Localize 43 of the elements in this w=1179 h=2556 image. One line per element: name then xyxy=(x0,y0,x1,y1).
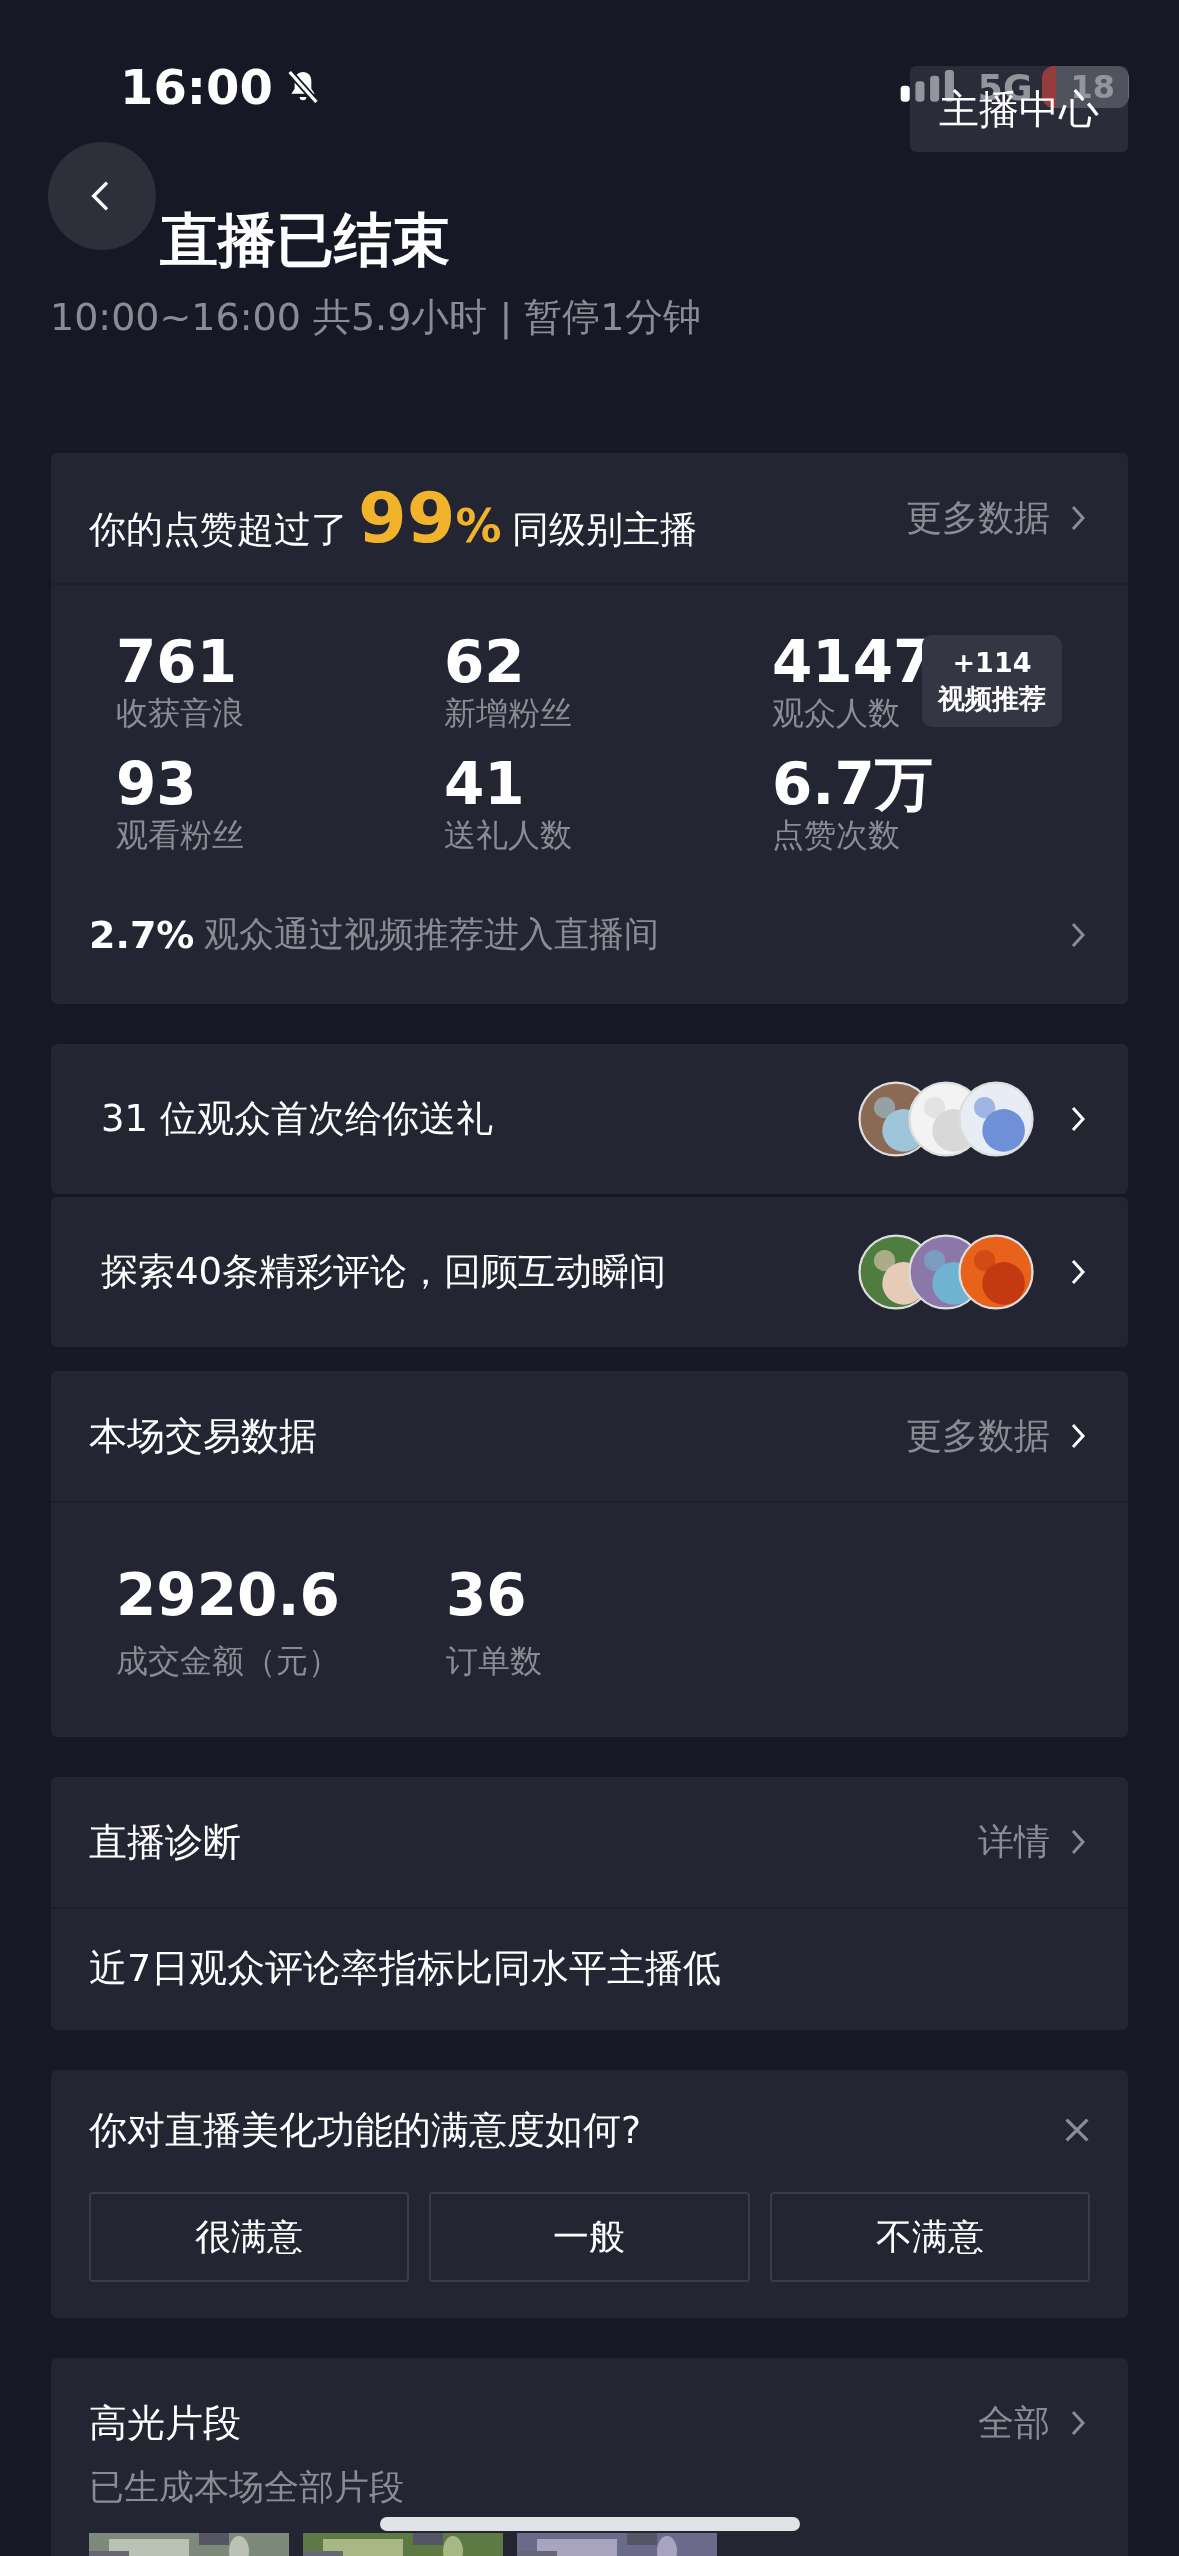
section-title: 直播诊断 xyxy=(89,1818,242,1866)
session-time: 10:00~16:00 共5.9小时 | 暂停1分钟 xyxy=(50,294,702,342)
highlights-subtitle: 已生成本场全部片段 xyxy=(89,2466,405,2509)
diagnosis-text: 近7日观众评论率指标比同水平主播低 xyxy=(88,1945,723,1992)
rating-option[interactable]: 不满意 xyxy=(769,2192,1090,2282)
rating-option[interactable]: 很满意 xyxy=(89,2192,410,2282)
row-text: 探索40条精彩评论，回顾互动瞬间 xyxy=(101,1249,668,1295)
page-title: 直播已结束 xyxy=(159,205,451,276)
close-button[interactable] xyxy=(1064,2117,1090,2143)
details-link[interactable]: 详情 xyxy=(978,1817,1050,1867)
stat-value: 761 xyxy=(116,631,238,693)
row-text: 31 位观众首次给你送礼 xyxy=(101,1096,494,1142)
stat-label: 观看粉丝 xyxy=(116,815,244,855)
badge-label: 视频推荐 xyxy=(938,682,1046,716)
stat-label: 成交金额（元） xyxy=(116,1641,340,1682)
rating-option[interactable]: 一般 xyxy=(429,2192,750,2282)
section-title: 高光片段 xyxy=(89,2399,241,2447)
recommend-text: 观众通过视频推荐进入直播间 xyxy=(204,913,660,956)
stat-value: 4147 xyxy=(772,631,934,693)
all-link[interactable]: 全部 xyxy=(978,2398,1050,2448)
stat-label: 点赞次数 xyxy=(772,815,900,855)
status-time: 16:00 xyxy=(120,59,273,115)
list-row[interactable]: 31 位观众首次给你送礼 xyxy=(51,1044,1128,1194)
more-data-link[interactable]: 更多数据 xyxy=(906,1411,1050,1461)
stat-value: 62 xyxy=(444,631,525,693)
badge-value: +114 xyxy=(952,646,1032,680)
survey-question: 你对直播美化功能的满意度如何? xyxy=(89,2106,643,2154)
close-icon xyxy=(1064,2117,1090,2143)
more-data-link[interactable]: 更多数据 xyxy=(906,493,1050,543)
stat-value: 36 xyxy=(446,1560,527,1631)
stat-label: 观众人数 xyxy=(772,693,900,733)
stat-label: 送礼人数 xyxy=(444,815,572,855)
stat-label: 订单数 xyxy=(446,1641,542,1682)
section-title: 本场交易数据 xyxy=(89,1412,318,1460)
likes-ranking-text: 你的点赞超过了 99% 同级别主播 xyxy=(89,477,698,559)
stat-value: 2920.6 xyxy=(116,1560,340,1631)
stat-value: 93 xyxy=(116,753,197,815)
stat-label: 收获音浪 xyxy=(116,693,244,733)
percent-value: 2.7% xyxy=(89,912,195,957)
list-row[interactable]: 探索40条精彩评论，回顾互动瞬间 xyxy=(51,1197,1128,1347)
stat-value: 41 xyxy=(444,753,525,815)
stat-label: 新增粉丝 xyxy=(444,693,572,733)
stat-value: 6.7万 xyxy=(772,753,933,815)
